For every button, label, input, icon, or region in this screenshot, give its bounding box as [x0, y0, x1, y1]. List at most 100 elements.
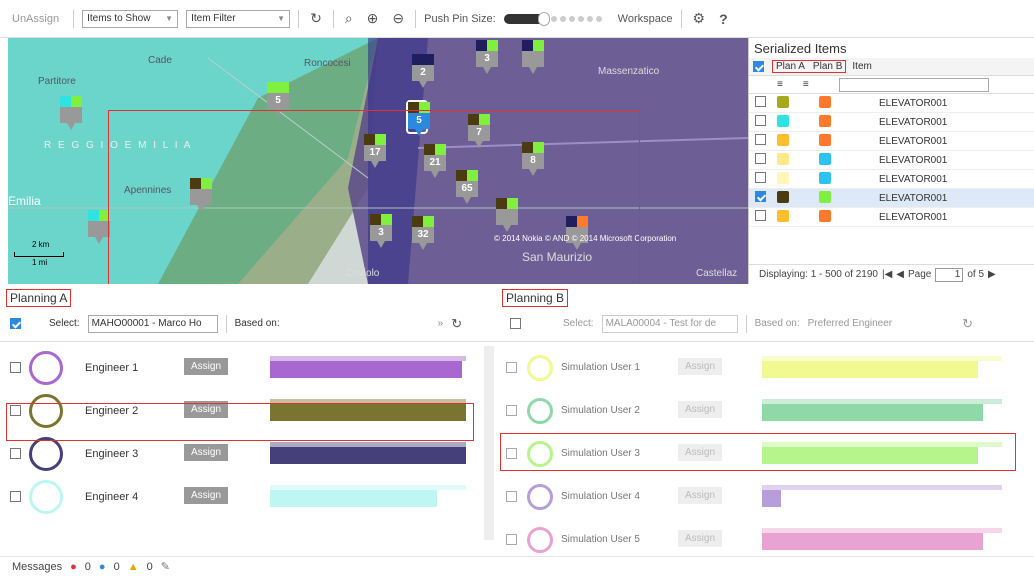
clear-icon[interactable]: ✎: [161, 560, 170, 573]
engineer-row[interactable]: Engineer 1 Assign: [0, 346, 480, 389]
col-plan-a[interactable]: Plan A: [776, 61, 805, 72]
expand-icon[interactable]: »: [438, 318, 444, 329]
engineer-row[interactable]: Engineer 4 Assign: [0, 475, 480, 518]
planning-b-title: Planning B: [502, 289, 569, 307]
select-all-checkbox[interactable]: [10, 318, 21, 329]
assign-button[interactable]: Assign: [184, 487, 229, 504]
row-highlight: [500, 433, 1016, 471]
bar-fill: [762, 404, 983, 421]
assign-button[interactable]: Assign: [184, 444, 229, 461]
map-pin[interactable]: [60, 96, 82, 130]
of-pages: of 5: [967, 269, 985, 280]
next-page-icon[interactable]: ▶: [988, 269, 996, 280]
row-checkbox[interactable]: [506, 362, 517, 373]
map-label: Roncocesi: [304, 58, 351, 69]
select-all-checkbox[interactable]: [753, 61, 764, 72]
row-checkbox[interactable]: [506, 491, 517, 502]
planning-b-select[interactable]: MALA00004 - Test for de: [601, 314, 738, 333]
slider-track: [503, 11, 550, 26]
utilization-bar: [270, 356, 470, 378]
warning-count: 0: [146, 560, 153, 573]
unassign-button[interactable]: UnAssign: [6, 13, 65, 25]
row-checkbox[interactable]: [755, 96, 766, 107]
serialized-item-row[interactable]: ELEVATOR001: [749, 132, 1034, 151]
zoom-out-icon[interactable]: ⊖: [389, 10, 407, 27]
pagination: Displaying: 1 - 500 of 2190 |◀ ◀ Page 1 …: [749, 264, 1034, 284]
assign-button[interactable]: Assign: [678, 401, 723, 418]
assign-button[interactable]: Assign: [678, 487, 723, 504]
refresh-icon[interactable]: ↻: [451, 316, 462, 332]
gear-icon[interactable]: ⚙: [690, 10, 709, 27]
engineer-name: Engineer 1: [85, 361, 139, 374]
scrollbar[interactable]: [484, 346, 494, 540]
map-view[interactable]: Cade Partitore Roncocesi Massenzatico Ap…: [8, 38, 748, 284]
planning-b-toolbar: Select: MALA00004 - Test for de Based on…: [500, 306, 1034, 342]
refresh-icon[interactable]: ↻: [307, 10, 325, 27]
based-on-value: Preferred Engineer: [807, 318, 893, 329]
map-pin[interactable]: 2: [412, 54, 434, 88]
row-checkbox[interactable]: [506, 534, 517, 545]
page-input[interactable]: 1: [935, 267, 964, 282]
simulation-user-row[interactable]: Simulation User 2 Assign: [500, 389, 1030, 432]
serialized-item-row[interactable]: ELEVATOR001: [749, 113, 1034, 132]
item-filter-select[interactable]: Item Filter ▼: [186, 9, 291, 28]
messages-label[interactable]: Messages: [12, 561, 62, 573]
row-checkbox[interactable]: [10, 448, 21, 459]
row-checkbox[interactable]: [10, 491, 21, 502]
row-checkbox[interactable]: [755, 191, 766, 202]
planning-a-select[interactable]: MAHO00001 - Marco Ho: [87, 314, 218, 333]
refresh-icon[interactable]: ↻: [962, 316, 973, 332]
utilization-bar: [762, 528, 1004, 550]
serialized-item-row[interactable]: ELEVATOR001: [749, 151, 1034, 170]
col-plan-b[interactable]: Plan B: [813, 61, 842, 72]
bar-fill: [762, 533, 983, 550]
assign-button[interactable]: Assign: [678, 358, 723, 375]
utilization-bar: [762, 485, 1004, 507]
row-checkbox[interactable]: [506, 405, 517, 416]
chevron-down-icon: ▼: [277, 14, 286, 23]
avatar: [29, 350, 63, 385]
item-filter-label: Item Filter: [191, 13, 236, 24]
zoom-fit-icon[interactable]: ⌕: [342, 10, 356, 27]
simulation-user-row[interactable]: Simulation User 4 Assign: [500, 475, 1030, 518]
select-all-checkbox[interactable]: [510, 318, 521, 329]
prev-page-icon[interactable]: ◀: [896, 269, 904, 280]
zoom-in-icon[interactable]: ⊕: [364, 10, 382, 27]
row-checkbox[interactable]: [755, 210, 766, 221]
utilization-bar: [762, 399, 1004, 421]
simulation-user-row[interactable]: Simulation User 5 Assign: [500, 518, 1030, 561]
filter-icon[interactable]: ≡: [777, 79, 783, 90]
col-item[interactable]: Item: [852, 61, 871, 72]
slider-handle[interactable]: [537, 11, 550, 26]
planning-a-panel: Select: MAHO00001 - Marco Ho Based on: »…: [0, 306, 500, 544]
avatar: [527, 397, 553, 424]
toolbar-divider: [415, 9, 417, 28]
serialized-items-header: Plan A Plan B Item: [749, 58, 1034, 76]
help-icon[interactable]: ?: [716, 11, 731, 27]
map-pin[interactable]: 3: [476, 40, 498, 74]
info-icon: ●: [98, 560, 106, 573]
toolbar-divider: [332, 9, 334, 28]
push-pin-size-slider[interactable]: [503, 11, 602, 26]
assign-button[interactable]: Assign: [678, 530, 723, 547]
serialized-item-row[interactable]: ELEVATOR001: [749, 189, 1034, 208]
serialized-item-row[interactable]: ELEVATOR001: [749, 208, 1034, 227]
simulation-user-row[interactable]: Simulation User 1 Assign: [500, 346, 1030, 389]
row-checkbox[interactable]: [755, 172, 766, 183]
workspace-menu[interactable]: Workspace: [618, 13, 673, 25]
map-pin[interactable]: [88, 210, 110, 244]
row-checkbox[interactable]: [755, 115, 766, 126]
filter-icon[interactable]: ≡: [803, 79, 809, 90]
assign-button[interactable]: Assign: [184, 358, 229, 375]
map-pin[interactable]: [522, 40, 544, 74]
serialized-items-panel: Serialized Items Plan A Plan B Item ≡ ≡ …: [748, 38, 1034, 284]
first-page-icon[interactable]: |◀: [882, 269, 892, 280]
item-filter-input[interactable]: [838, 77, 989, 92]
row-checkbox[interactable]: [10, 362, 21, 373]
items-to-show-select[interactable]: Items to Show ▼: [82, 9, 179, 28]
serialized-item-row[interactable]: ELEVATOR001: [749, 94, 1034, 113]
engineer-name: Engineer 4: [85, 490, 139, 503]
row-checkbox[interactable]: [755, 153, 766, 164]
row-checkbox[interactable]: [755, 134, 766, 145]
serialized-item-row[interactable]: ELEVATOR001: [749, 170, 1034, 189]
